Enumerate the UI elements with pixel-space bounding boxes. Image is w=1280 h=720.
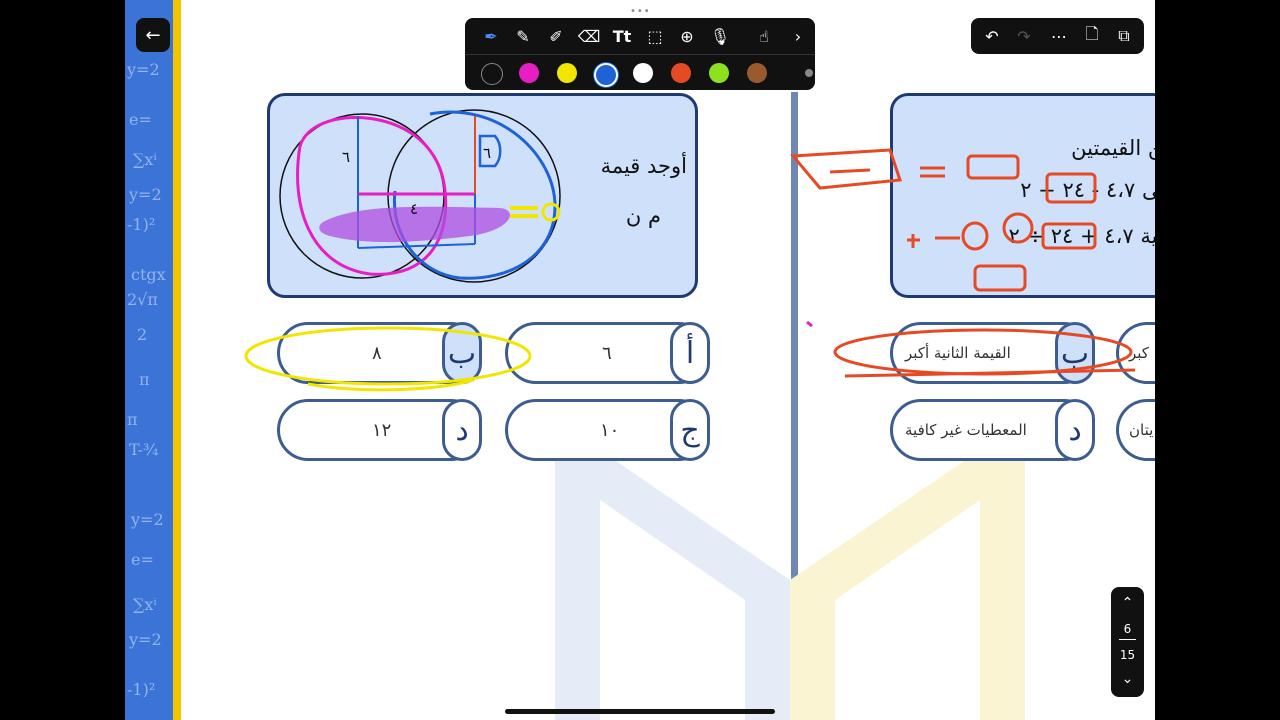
pen-icon[interactable]: ✒ xyxy=(478,23,504,49)
yellow-highlight-annotation xyxy=(244,326,532,392)
color-yellow[interactable] xyxy=(557,63,577,83)
option-value: ١٠ xyxy=(600,419,620,441)
color-black[interactable] xyxy=(481,63,503,85)
color-magenta[interactable] xyxy=(519,63,539,83)
color-white[interactable] xyxy=(633,63,653,83)
option-letter: أ xyxy=(670,322,710,384)
microphone-icon[interactable]: 🎙 xyxy=(707,23,733,49)
eraser-icon[interactable]: ⌫ xyxy=(576,23,602,49)
option-letter: د xyxy=(442,399,482,461)
more-colors-icon[interactable] xyxy=(805,69,813,77)
drawing-toolbar: ✒ ✎ ✐ ⌫ Tt ⬚ ⊕ 🎙 ☝ › xyxy=(465,18,815,90)
total-pages: 15 xyxy=(1119,648,1136,662)
document-actions-toolbar: ↶ ↷ ⋯ 🗋 ⧉ xyxy=(971,18,1144,54)
back-button[interactable]: ← xyxy=(136,18,170,52)
more-icon[interactable]: ⋯ xyxy=(1046,23,1072,49)
page-edge-strip xyxy=(173,0,181,720)
watermark-logo xyxy=(555,450,1025,720)
question-prompt-line2: م ن xyxy=(625,204,661,228)
lasso-icon[interactable]: ⬚ xyxy=(642,23,668,49)
right-option-d[interactable]: د المعطيات غير كافية xyxy=(890,399,1095,461)
chevron-up-icon[interactable]: ⌃ xyxy=(1111,595,1144,611)
touch-icon[interactable]: ☝ xyxy=(751,23,777,49)
circles-diagram: ٦ ٦ ٤ xyxy=(279,109,561,283)
pages-icon[interactable]: ⧉ xyxy=(1111,23,1137,49)
toolbar-grabber[interactable]: ••• xyxy=(630,6,650,17)
current-page: 6 xyxy=(1123,622,1132,636)
option-c[interactable]: ج ١٠ xyxy=(505,399,710,461)
label-left-six: ٦ xyxy=(342,148,350,166)
option-value: ١٢ xyxy=(372,419,392,441)
option-value: المعطيات غير كافية xyxy=(905,421,1027,439)
add-page-icon[interactable]: 🗋 xyxy=(1079,23,1105,49)
option-letter: ج xyxy=(670,399,710,461)
question-prompt-line1: أوجد قيمة xyxy=(600,154,687,178)
option-value: ٦ xyxy=(602,342,612,364)
option-letter: د xyxy=(1055,399,1095,461)
color-red[interactable] xyxy=(671,63,691,83)
color-brown[interactable] xyxy=(747,63,767,83)
page-navigator: ⌃ 6 15 ⌄ xyxy=(1111,587,1144,697)
text-icon[interactable]: Tt xyxy=(609,23,635,49)
chevron-down-icon[interactable]: ⌄ xyxy=(1111,671,1144,687)
option-value: يتان xyxy=(1129,421,1154,439)
pencil-icon[interactable]: ✎ xyxy=(510,23,536,49)
page-separator xyxy=(1119,639,1136,640)
redo-icon[interactable]: ↷ xyxy=(1011,23,1037,49)
chevron-right-icon[interactable]: › xyxy=(785,23,811,49)
math-pattern-sidebar: y=2 e= ∑xⁱ y=2 -1)² ctgx 2√π 2 π π T-¾ y… xyxy=(125,0,173,720)
color-green[interactable] xyxy=(709,63,729,83)
back-arrow-icon: ← xyxy=(145,24,161,46)
document-canvas: y=2 e= ∑xⁱ y=2 -1)² ctgx 2√π 2 π π T-¾ y… xyxy=(125,0,1155,720)
highlighter-icon[interactable]: ✐ xyxy=(543,23,569,49)
red-ink-annotations xyxy=(789,148,1136,378)
left-question-box: ٦ ٦ ٤ أوجد قيمة م ن xyxy=(267,93,698,298)
label-right-six: ٦ xyxy=(483,144,491,162)
add-icon[interactable]: ⊕ xyxy=(674,23,700,49)
label-middle-four: ٤ xyxy=(410,200,418,218)
option-d[interactable]: د ١٢ xyxy=(277,399,482,461)
home-indicator xyxy=(505,709,775,714)
undo-icon[interactable]: ↶ xyxy=(979,23,1005,49)
color-blue-selected[interactable] xyxy=(594,63,618,87)
